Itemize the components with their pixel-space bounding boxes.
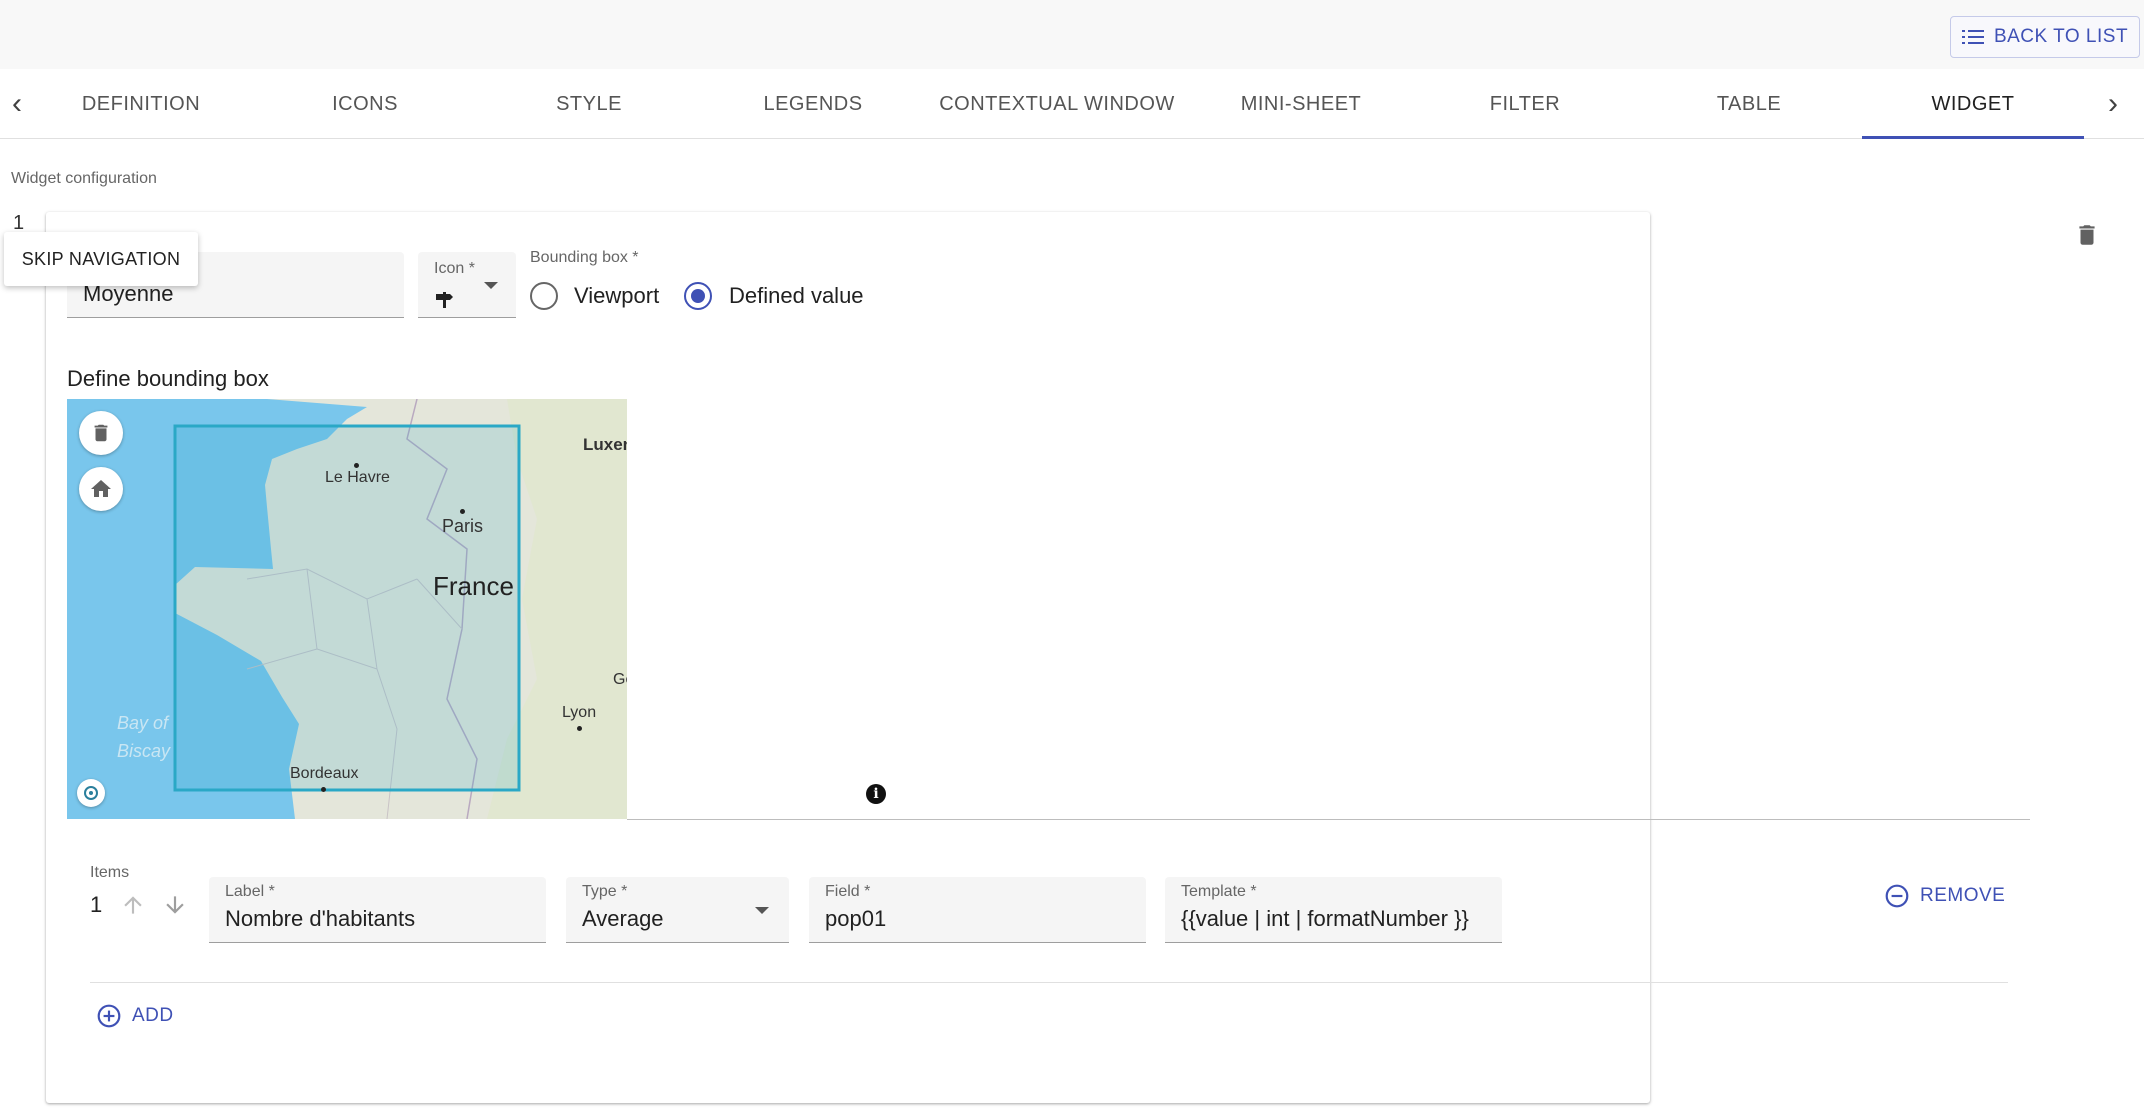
define-bounding-box-title: Define bounding box: [67, 366, 269, 391]
tab-table[interactable]: TABLE: [1654, 69, 1844, 139]
tab-bar: ‹ DEFINITION ICONS STYLE LEGENDS CONTEXT…: [0, 69, 2144, 139]
remove-circle-icon: [1885, 884, 1909, 908]
map-divider: [627, 819, 2030, 820]
add-circle-icon: [97, 1004, 121, 1028]
type-chevron-down-icon: [755, 907, 769, 914]
icon-select-label: Icon *: [434, 260, 475, 277]
map-label-lyon: Lyon: [562, 704, 597, 721]
remove-item-label: REMOVE: [1920, 885, 2006, 906]
add-item-button[interactable]: ADD: [96, 1000, 174, 1032]
item-type-value: Average: [582, 906, 664, 931]
info-icon[interactable]: i: [866, 784, 886, 804]
tab-filter[interactable]: FILTER: [1430, 69, 1620, 139]
lyon-marker: [577, 726, 582, 731]
radio-defined-value-label: Defined value: [729, 283, 864, 308]
remove-item-button[interactable]: REMOVE: [1884, 880, 2005, 912]
move-down-arrow-icon[interactable]: [162, 890, 188, 920]
map-label-bordeaux: Bordeaux: [290, 765, 359, 782]
back-to-list-label: BACK TO LIST: [1993, 26, 2129, 47]
tab-definition[interactable]: DEFINITION: [46, 69, 236, 139]
icon-select[interactable]: Icon *: [418, 252, 516, 318]
list-icon: [1961, 29, 1984, 45]
item-field-value: pop01: [825, 906, 887, 931]
map-label-bay-line2: Biscay: [117, 741, 171, 761]
radio-defined-value[interactable]: [684, 282, 712, 310]
bordeaux-marker: [321, 787, 326, 792]
skip-navigation-button[interactable]: SKIP NAVIGATION: [4, 232, 198, 286]
top-bar: BACK TO LIST: [0, 0, 2144, 69]
tab-scroll-left-icon[interactable]: ‹: [0, 69, 34, 139]
map-label-france: France: [433, 571, 514, 601]
tab-style[interactable]: STYLE: [494, 69, 684, 139]
add-item-label: ADD: [132, 1005, 174, 1026]
radio-viewport[interactable]: [530, 282, 558, 310]
radio-viewport-label: Viewport: [574, 283, 660, 308]
tab-widget[interactable]: WIDGET: [1862, 69, 2084, 139]
map-attribution-icon[interactable]: [77, 779, 105, 807]
item-label-field-value: Nombre d'habitants: [225, 906, 416, 931]
tab-icons[interactable]: ICONS: [270, 69, 460, 139]
bounding-box-map[interactable]: Le Havre Paris France Lyon Bordeaux Luxe…: [67, 399, 627, 819]
item-type-select[interactable]: Type * Average: [566, 877, 789, 943]
item-template-input[interactable]: Template * {{value | int | formatNumber …: [1165, 877, 1502, 943]
item-label-field-label: Label *: [225, 883, 275, 900]
map-label-luxembourg: Luxen: [583, 435, 627, 454]
tab-contextual-window[interactable]: CONTEXTUAL WINDOW: [930, 69, 1184, 139]
tab-scroll-right-icon[interactable]: ›: [2096, 69, 2130, 139]
back-to-list-button[interactable]: BACK TO LIST: [1950, 16, 2140, 58]
item-template-value: {{value | int | formatNumber }}: [1181, 906, 1469, 931]
widget-config-caption: Widget configuration: [11, 170, 157, 187]
map-label-geneve: Ge: [613, 671, 627, 688]
delete-widget-icon[interactable]: [2074, 220, 2100, 250]
item-index: 1: [90, 892, 103, 917]
bounding-box-label: Bounding box *: [530, 249, 639, 266]
home-icon[interactable]: [79, 467, 123, 511]
item-type-label: Type *: [582, 883, 628, 900]
item-template-label: Template *: [1181, 883, 1257, 900]
items-caption: Items: [90, 864, 130, 881]
paris-marker: [460, 509, 465, 514]
map-label-bay-line1: Bay of: [117, 713, 169, 733]
tab-legends[interactable]: LEGENDS: [718, 69, 908, 139]
map-label-paris: Paris: [442, 516, 484, 536]
tab-mini-sheet[interactable]: MINI-SHEET: [1206, 69, 1396, 139]
items-divider: [90, 982, 2008, 983]
icon-select-chevron-down-icon: [484, 282, 498, 289]
delete-bbox-icon[interactable]: [79, 411, 123, 455]
item-label-field[interactable]: Label * Nombre d'habitants: [209, 877, 546, 943]
le-havre-marker: [354, 463, 359, 468]
map-label-le-havre: Le Havre: [325, 469, 390, 486]
move-up-arrow-icon[interactable]: [120, 890, 146, 920]
sign-post-icon: [434, 288, 454, 315]
item-field-input[interactable]: Field * pop01: [809, 877, 1146, 943]
item-field-label: Field *: [825, 883, 871, 900]
active-tab-indicator: [1862, 136, 2084, 139]
